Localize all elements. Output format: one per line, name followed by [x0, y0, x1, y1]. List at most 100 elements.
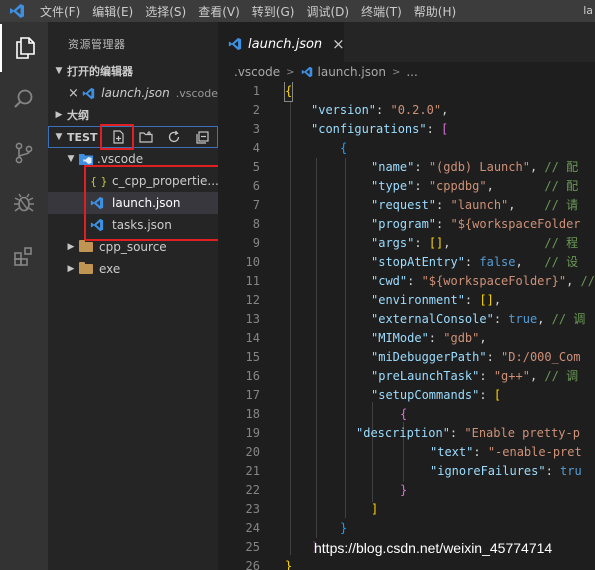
chevron-right-icon: > [391, 66, 401, 78]
indent-guide [345, 158, 346, 518]
vscode-folder-icon [79, 153, 93, 165]
line-number: 8 [252, 217, 260, 231]
code-token: } [400, 483, 408, 497]
new-folder-icon[interactable] [135, 127, 157, 147]
line-number: 9 [252, 236, 260, 250]
chevron-right-icon: > [286, 66, 295, 78]
line-number: 6 [252, 179, 260, 193]
code-token: "MIMode" [371, 331, 429, 345]
debug-icon[interactable] [0, 179, 48, 227]
breadcrumb-symbol[interactable]: ... [406, 65, 417, 79]
code-token: "name" [371, 160, 415, 174]
source-control-icon[interactable] [0, 129, 48, 177]
menu-go[interactable]: 转到(G) [246, 3, 301, 20]
line-number: 4 [252, 141, 260, 155]
tree-folder-cpp-source[interactable]: ▶ cpp_source [48, 236, 218, 258]
line-number: 11 [245, 274, 260, 288]
vscode-file-icon [228, 37, 242, 51]
code-token: // 请 [544, 198, 579, 212]
line-number: 23 [245, 502, 260, 516]
files-icon[interactable] [0, 24, 48, 72]
open-editor-item[interactable]: × launch.json .vscode [48, 82, 218, 104]
code-token: "environment" [371, 293, 465, 307]
close-icon[interactable]: × [68, 86, 82, 101]
menu-help[interactable]: 帮助(H) [408, 3, 462, 20]
line-number: 2 [252, 103, 260, 117]
tab-launch-json[interactable]: launch.json × [218, 22, 345, 66]
vscode-file-icon [82, 87, 98, 100]
search-icon[interactable] [0, 75, 48, 123]
code-token: { [400, 407, 408, 421]
code-token: // 配 [544, 160, 579, 174]
tree-label: cpp_source [99, 240, 167, 254]
chevron-down-icon: ▼ [55, 66, 63, 76]
menu-view[interactable]: 查看(V) [192, 3, 246, 20]
indent-guide [316, 158, 317, 538]
indent-guide [290, 101, 291, 555]
close-icon[interactable]: × [332, 35, 345, 53]
line-number: 21 [245, 464, 260, 478]
code-token: "description" [356, 426, 450, 440]
annotation-box-config-files [84, 165, 231, 241]
menu-edit[interactable]: 编辑(E) [86, 3, 139, 20]
code-token: [] [479, 293, 494, 307]
line-number: 12 [245, 293, 260, 307]
code-token: "setupCommands" [371, 388, 480, 402]
tree-folder-exe[interactable]: ▶ exe [48, 258, 218, 280]
line-number: 14 [245, 331, 260, 345]
code-token: "gdb" [443, 331, 480, 345]
code-token: "D:/000_Com [501, 350, 581, 364]
code-token: } [340, 521, 348, 535]
code-token: { [340, 141, 348, 155]
explorer-sidebar: 资源管理器 ▼ 打开的编辑器 × launch.json .vscode ▶ 大… [48, 22, 231, 570]
workspace-label: TEST [67, 130, 98, 144]
code-token: "stopAtEntry" [371, 255, 465, 269]
line-number: 13 [245, 312, 260, 326]
code-token: "preLaunchTask" [371, 369, 480, 383]
code-token: // 设 [544, 255, 579, 269]
code-token: { [285, 84, 293, 98]
code-token: ] [371, 502, 379, 516]
line-number: 22 [245, 483, 260, 497]
menu-terminal[interactable]: 终端(T) [355, 3, 408, 20]
watermark-url: https://blog.csdn.net/weixin_45774714 [312, 540, 555, 556]
code-token: "ignoreFailures" [430, 464, 546, 478]
chevron-down-icon: ▼ [67, 154, 75, 164]
line-number: 3 [252, 122, 260, 136]
code-token: "request" [371, 198, 437, 212]
code-token: "g++" [493, 369, 530, 383]
extensions-icon[interactable] [0, 232, 48, 280]
code-token: "cwd" [371, 274, 408, 288]
refresh-icon[interactable] [163, 127, 185, 147]
outline-label: 大纲 [67, 109, 89, 122]
code-editor[interactable]: 1{ 2 "version": "0.2.0", 3 "configurations… [218, 82, 595, 570]
open-editors-label: 打开的编辑器 [67, 65, 133, 78]
code-token: [ [441, 122, 449, 136]
code-token: "args" [371, 236, 415, 250]
breadcrumb-file[interactable]: launch.json [318, 65, 386, 79]
indent-guide [372, 402, 373, 502]
code-token: // 调 [544, 369, 579, 383]
menu-selection[interactable]: 选择(S) [139, 3, 192, 20]
line-number: 15 [245, 350, 260, 364]
annotation-box-new-file [100, 124, 134, 150]
code-token: "(gdb) Launch" [428, 160, 530, 174]
menu-file[interactable]: 文件(F) [34, 3, 86, 20]
code-token: false [479, 255, 516, 269]
open-editor-folder: .vscode [175, 86, 218, 100]
code-token: "type" [371, 179, 415, 193]
tree-label: .vscode [97, 152, 144, 166]
code-token: // [580, 274, 595, 288]
chevron-right-icon: ▶ [67, 242, 75, 252]
code-token: "cppdbg" [428, 179, 487, 193]
collapse-all-icon[interactable] [191, 127, 213, 147]
code-token: tru [560, 464, 582, 478]
line-number: 26 [245, 559, 260, 570]
vscode-file-icon [301, 66, 313, 78]
open-editors-header[interactable]: ▼ 打开的编辑器 [48, 60, 218, 82]
code-token: // 程 [544, 236, 579, 250]
outline-header[interactable]: ▶ 大纲 [48, 104, 218, 126]
menu-debug[interactable]: 调试(D) [300, 3, 355, 20]
breadcrumb-folder[interactable]: .vscode [234, 65, 280, 79]
code-token: [ [493, 388, 502, 402]
